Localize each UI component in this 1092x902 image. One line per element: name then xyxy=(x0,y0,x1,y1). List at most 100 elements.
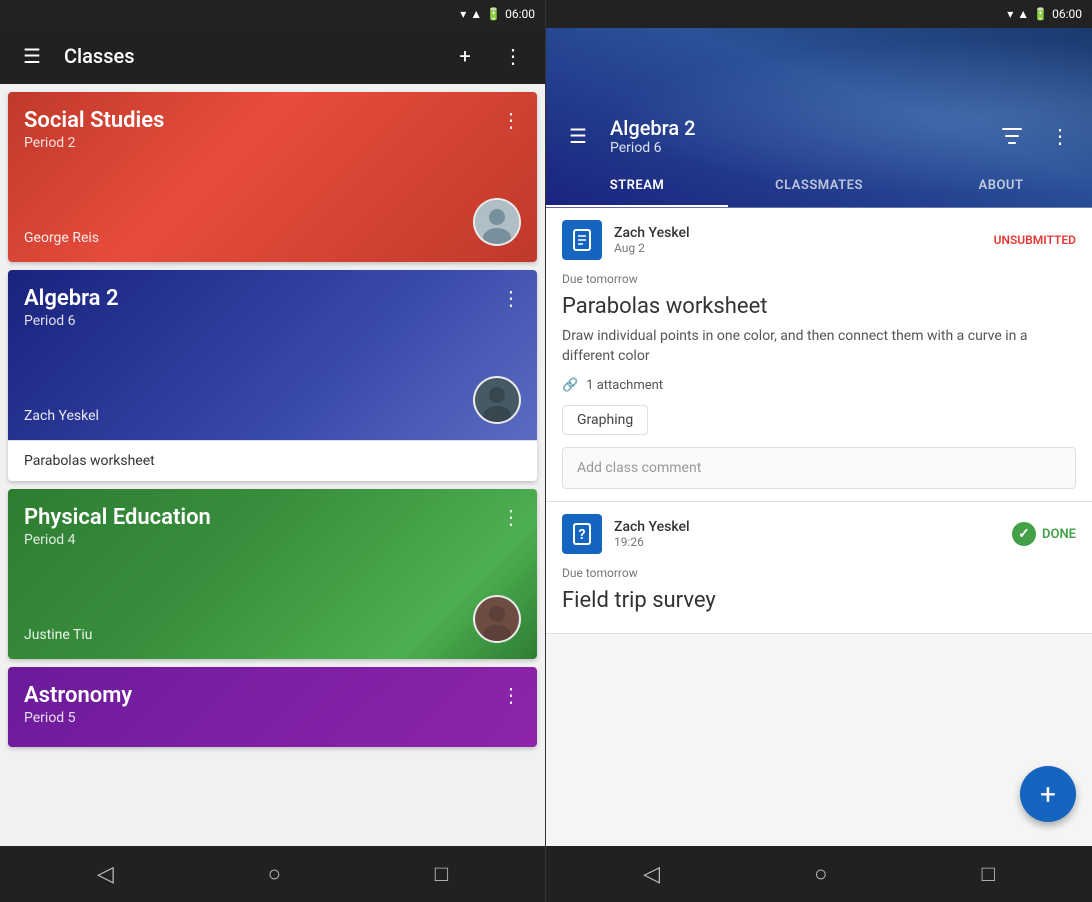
card-banner-social-studies: Social Studies Period 2 ⋮ George Reis xyxy=(8,92,537,262)
card-header: Algebra 2 Period 6 ⋮ xyxy=(24,286,521,329)
tabs: STREAM CLASSMATES ABOUT xyxy=(546,164,1092,208)
stream-content: Zach Yeskel Aug 2 UNSUBMITTED Due tomorr… xyxy=(546,208,1092,846)
assignment-card-parabolas[interactable]: Zach Yeskel Aug 2 UNSUBMITTED Due tomorr… xyxy=(546,208,1092,502)
left-toolbar: ☰ Classes + ⋮ xyxy=(0,28,545,84)
class-period: Period 5 xyxy=(24,710,132,726)
assignment-body-2: Due tomorrow Field trip survey xyxy=(546,562,1092,633)
add-class-comment-input[interactable]: Add class comment xyxy=(562,447,1076,489)
assignment-card-field-trip[interactable]: ? Zach Yeskel 19:26 ✓ DONE Due tomorrow … xyxy=(546,502,1092,634)
teacher-name: George Reis xyxy=(24,230,99,246)
right-phone: ▾ ▲ 🔋 06:00 ☰ Algebra 2 Period 6 ⋮ xyxy=(546,0,1092,902)
tab-stream[interactable]: STREAM xyxy=(546,164,728,207)
assignment-date: Aug 2 xyxy=(614,241,982,255)
class-name: Astronomy xyxy=(24,683,132,708)
assignment-icon xyxy=(562,220,602,260)
assignment-title-2: Field trip survey xyxy=(562,588,1076,613)
card-assignment: Parabolas worksheet xyxy=(8,440,537,481)
fab-button[interactable]: + xyxy=(1020,766,1076,822)
class-name: Social Studies xyxy=(24,108,164,133)
card-banner-astronomy: Astronomy Period 5 ⋮ xyxy=(8,667,537,747)
class-name: Algebra 2 xyxy=(24,286,119,311)
class-period: Period 4 xyxy=(24,532,211,548)
back-button-right[interactable]: ◁ xyxy=(643,862,660,887)
class-period: Period 2 xyxy=(24,135,164,151)
assignment-meta-2: Zach Yeskel 19:26 xyxy=(614,519,1000,549)
class-card-algebra2[interactable]: Algebra 2 Period 6 ⋮ Zach Yeskel xyxy=(8,270,537,481)
filter-button[interactable] xyxy=(996,120,1028,152)
recents-button[interactable]: □ xyxy=(435,861,448,887)
assignment-author-2: Zach Yeskel xyxy=(614,519,1000,535)
class-card-astronomy[interactable]: Astronomy Period 5 ⋮ xyxy=(8,667,537,747)
attachment-chip-graphing[interactable]: Graphing xyxy=(562,405,648,435)
signal-icon-right: ▲ xyxy=(1017,7,1029,21)
time-right: 06:00 xyxy=(1052,7,1082,21)
status-bar-left: ▾ ▲ 🔋 06:00 xyxy=(0,0,545,28)
assignment-name: Parabolas worksheet xyxy=(24,453,155,469)
assignment-header: Zach Yeskel Aug 2 UNSUBMITTED xyxy=(546,208,1092,268)
teacher-name: Zach Yeskel xyxy=(24,408,99,424)
class-subtitle: Period 6 xyxy=(610,140,980,156)
attachment-count: 1 attachment xyxy=(586,378,663,393)
done-label: DONE xyxy=(1042,527,1076,542)
card-more-button[interactable]: ⋮ xyxy=(501,286,521,310)
signal-icon: ▲ xyxy=(470,7,482,21)
right-toolbar: ☰ Algebra 2 Period 6 ⋮ xyxy=(546,108,1092,164)
assignment-done-status: ✓ DONE xyxy=(1012,522,1076,546)
card-banner-algebra2: Algebra 2 Period 6 ⋮ Zach Yeskel xyxy=(8,270,537,440)
card-more-button[interactable]: ⋮ xyxy=(501,108,521,132)
assignment-due: Due tomorrow xyxy=(562,272,1076,286)
assignment-description: Draw individual points in one color, and… xyxy=(562,327,1076,366)
wifi-icon-right: ▾ xyxy=(1007,7,1013,21)
home-button-right[interactable]: ○ xyxy=(814,861,827,887)
more-options-button-right[interactable]: ⋮ xyxy=(1044,120,1076,152)
assignment-status: UNSUBMITTED xyxy=(994,233,1076,247)
status-icons-left: ▾ ▲ 🔋 06:00 xyxy=(460,7,535,21)
back-button[interactable]: ◁ xyxy=(97,862,114,887)
battery-icon-right: 🔋 xyxy=(1033,7,1048,21)
battery-icon: 🔋 xyxy=(486,7,501,21)
toolbar-actions: + ⋮ xyxy=(449,40,529,72)
class-card-social-studies[interactable]: Social Studies Period 2 ⋮ George Reis xyxy=(8,92,537,262)
recents-button-right[interactable]: □ xyxy=(982,861,995,887)
class-card-phys-ed[interactable]: Physical Education Period 4 ⋮ Justine Ti… xyxy=(8,489,537,659)
assignment-body: Due tomorrow Parabolas worksheet Draw in… xyxy=(546,268,1092,447)
page-title: Classes xyxy=(64,44,433,68)
assignment-author: Zach Yeskel xyxy=(614,225,982,241)
menu-button[interactable]: ☰ xyxy=(16,40,48,72)
card-banner-phys-ed: Physical Education Period 4 ⋮ Justine Ti… xyxy=(8,489,537,659)
card-footer: Zach Yeskel xyxy=(24,376,521,424)
assignment-title: Parabolas worksheet xyxy=(562,294,1076,319)
status-bar-right: ▾ ▲ 🔋 06:00 xyxy=(546,0,1092,28)
wifi-icon: ▾ xyxy=(460,7,466,21)
tab-classmates[interactable]: CLASSMATES xyxy=(728,164,910,207)
class-period: Period 6 xyxy=(24,313,119,329)
assignment-due-2: Due tomorrow xyxy=(562,566,1076,580)
card-header: Social Studies Period 2 ⋮ xyxy=(24,108,521,151)
status-icons-right: ▾ ▲ 🔋 06:00 xyxy=(1007,7,1082,21)
teacher-avatar-justine xyxy=(473,595,521,643)
tab-about[interactable]: ABOUT xyxy=(910,164,1092,207)
card-header: Physical Education Period 4 ⋮ xyxy=(24,505,521,548)
card-header: Astronomy Period 5 ⋮ xyxy=(24,683,521,726)
card-footer: Justine Tiu xyxy=(24,595,521,643)
menu-button-right[interactable]: ☰ xyxy=(562,120,594,152)
bottom-nav-right: ◁ ○ □ xyxy=(546,846,1092,902)
teacher-name: Justine Tiu xyxy=(24,627,92,643)
home-button[interactable]: ○ xyxy=(268,861,281,887)
card-footer: George Reis xyxy=(24,198,521,246)
time-left: 06:00 xyxy=(505,7,535,21)
class-name: Physical Education xyxy=(24,505,211,530)
more-options-button[interactable]: ⋮ xyxy=(497,40,529,72)
assignment-date-2: 19:26 xyxy=(614,535,1000,549)
card-more-button[interactable]: ⋮ xyxy=(501,505,521,529)
question-icon: ? xyxy=(562,514,602,554)
svg-text:?: ? xyxy=(579,527,586,543)
left-phone: ▾ ▲ 🔋 06:00 ☰ Classes + ⋮ Social Studies… xyxy=(0,0,546,902)
assignment-meta: Zach Yeskel Aug 2 xyxy=(614,225,982,255)
done-check-icon: ✓ xyxy=(1012,522,1036,546)
add-class-button[interactable]: + xyxy=(449,40,481,72)
classes-list: Social Studies Period 2 ⋮ George Reis xyxy=(0,84,545,846)
class-title: Algebra 2 xyxy=(610,116,980,140)
card-more-button[interactable]: ⋮ xyxy=(501,683,521,707)
attachment-row: 🔗 1 attachment xyxy=(562,378,1076,393)
